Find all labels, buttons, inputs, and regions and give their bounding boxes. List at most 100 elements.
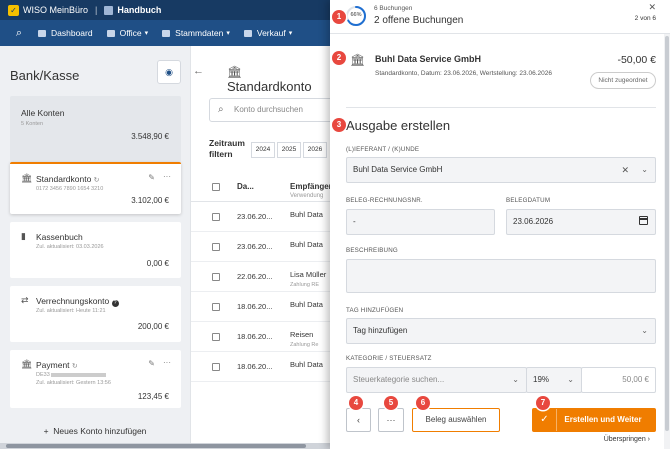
panel-scrollbar[interactable] — [664, 34, 670, 449]
close-icon[interactable]: ✕ — [648, 2, 656, 13]
description-textarea[interactable] — [346, 259, 656, 293]
chevron-down-icon: ⌄ — [512, 375, 519, 384]
account-search-input[interactable]: ⌕ Konto durchsuchen — [209, 98, 339, 122]
year-filter-2024[interactable]: 2024 — [251, 142, 275, 158]
skip-link[interactable]: Überspringen › — [604, 436, 650, 443]
account-card-payment[interactable]: 🏛 Payment ↻ DE33 Zul. aktualisiert: Gest… — [10, 350, 181, 408]
open-bookings-title: 2 offene Buchungen — [374, 15, 464, 26]
chevron-down-icon: ⌄ — [641, 165, 648, 174]
add-account-button[interactable]: + Neues Konto hinzufügen — [0, 426, 190, 436]
search-icon: ⌕ — [218, 104, 224, 115]
back-arrow-icon[interactable]: ← — [193, 65, 204, 77]
horizontal-scrollbar[interactable] — [0, 443, 330, 449]
table-row[interactable]: 23.06.20... Buhl Data — [191, 202, 331, 232]
nav-stammdaten[interactable]: Stammdaten ▾ — [162, 28, 230, 38]
masked-iban — [51, 372, 107, 377]
table-header: Da... Empfänger Verwendung — [191, 172, 332, 202]
step-marker-5: 5 — [384, 396, 398, 410]
category-label: KATEGORIE / STEUERSATZ — [346, 355, 432, 362]
transactions-column: ← 🏛Standardkonto ⌕ Konto durchsuchen Zei… — [190, 46, 339, 443]
column-date[interactable]: Da... — [237, 182, 254, 191]
transfer-icon: ⇄ — [21, 295, 29, 305]
eye-icon: ◉ — [165, 67, 173, 77]
page-title: Bank/Kasse — [10, 68, 80, 83]
bank-icon: 🏛 — [350, 53, 366, 67]
tax-rate-select[interactable]: 19% ⌄ — [526, 367, 582, 393]
master-data-icon — [162, 29, 171, 37]
nav-dashboard[interactable]: Dashboard — [38, 28, 93, 38]
progress-label: 66% — [350, 12, 362, 18]
nav-office[interactable]: Office ▾ — [106, 28, 149, 38]
more-options-button[interactable]: ··· — [378, 408, 404, 432]
filter-label: Zeitraum filtern — [209, 138, 245, 159]
invoice-number-input[interactable]: - — [346, 209, 495, 235]
chevron-down-icon: ▾ — [144, 30, 149, 37]
row-checkbox[interactable] — [212, 273, 220, 281]
invoice-date-input[interactable]: 23.06.2026 — [506, 209, 656, 235]
account-card-kassenbuch[interactable]: ▮ Kassenbuch Zul. aktualisiert: 03.03.20… — [10, 222, 181, 278]
column-recipient[interactable]: Empfänger — [290, 182, 332, 191]
step-marker-4: 4 — [349, 396, 363, 410]
table-row[interactable]: 23.06.20... Buhl Data — [191, 232, 331, 262]
check-icon: ✓ — [533, 409, 557, 431]
row-checkbox[interactable] — [212, 363, 220, 371]
dashboard-icon — [38, 29, 46, 37]
amount-input[interactable]: 50,00 € — [581, 367, 656, 393]
table-row[interactable]: 18.06.20... Buhl Data — [191, 352, 331, 382]
bookings-count: 6 Buchungen — [374, 5, 413, 12]
brand-name: WISO MeinBüro — [23, 5, 89, 15]
office-icon — [106, 29, 115, 37]
chevron-down-icon: ⌄ — [641, 326, 648, 335]
account-title: 🏛Standardkonto — [227, 65, 312, 94]
supplier-select[interactable]: Buhl Data Service GmbH ✕ ⌄ — [346, 157, 656, 183]
handbook-icon — [104, 5, 114, 15]
chevron-left-icon: ‹ — [357, 415, 360, 425]
search-icon[interactable]: ⌕ — [0, 27, 38, 40]
row-checkbox[interactable] — [212, 213, 220, 221]
edit-icon[interactable]: ✎ — [148, 359, 155, 368]
previous-button[interactable]: ‹ — [346, 408, 371, 432]
app-header: ✓ WISO MeinBüro | Handbuch — [0, 0, 330, 20]
tax-category-select[interactable]: Steuerkategorie suchen... ⌄ — [346, 367, 527, 393]
section-title: Ausgabe erstellen — [346, 118, 451, 133]
tag-select[interactable]: Tag hinzufügen ⌄ — [346, 318, 656, 344]
more-icon[interactable]: ··· — [163, 358, 171, 367]
bank-icon: 🏛 — [21, 359, 33, 369]
visibility-toggle-button[interactable]: ◉ — [157, 60, 181, 84]
select-all-checkbox[interactable] — [212, 183, 220, 191]
step-marker-7: 7 — [536, 396, 550, 410]
handbook-link[interactable]: Handbuch — [117, 5, 161, 15]
refresh-icon: ↻ — [71, 363, 78, 370]
bank-icon: 🏛 — [227, 65, 243, 79]
select-receipt-button[interactable]: Beleg auswählen — [412, 408, 500, 432]
row-checkbox[interactable] — [212, 303, 220, 311]
description-label: BESCHREIBUNG — [346, 247, 398, 254]
table-row[interactable]: 18.06.20... Buhl Data — [191, 292, 331, 322]
supplier-label: (L)IEFERANT / (K)UNDE — [346, 146, 420, 153]
bank-icon: 🏛 — [21, 173, 33, 183]
row-checkbox[interactable] — [212, 243, 220, 251]
year-filter-2025[interactable]: 2025 — [277, 142, 301, 158]
more-icon[interactable]: ··· — [163, 172, 171, 181]
booking-side-panel: 66% 6 Buchungen 2 offene Buchungen ✕ 2 v… — [330, 0, 670, 449]
account-card-standardkonto[interactable]: 🏛 Standardkonto ↻ 0172 3456 7890 1654 32… — [10, 162, 181, 214]
edit-icon[interactable]: ✎ — [148, 173, 155, 182]
clear-icon[interactable]: ✕ — [621, 158, 629, 182]
invoice-date-label: BELEGDATUM — [506, 197, 551, 204]
tag-label: TAG HINZUFÜGEN — [346, 307, 404, 314]
not-assigned-button[interactable]: Nicht zugeordnet — [590, 72, 656, 89]
calendar-icon[interactable] — [639, 216, 648, 225]
table-row[interactable]: 22.06.20... Lisa Müller Zahlung RE — [191, 262, 331, 292]
step-marker-3: 3 — [332, 118, 346, 132]
account-card-all[interactable]: Alle Konten 5 Konten 3.548,90 € — [10, 96, 181, 162]
account-card-verrechnungskonto[interactable]: ⇄ Verrechnungskonto ? Zul. aktualisiert:… — [10, 286, 181, 342]
nav-verkauf[interactable]: Verkauf ▾ — [243, 28, 292, 38]
year-filter-2026[interactable]: 2026 — [303, 142, 327, 158]
create-and-next-button[interactable]: ✓ Erstellen und Weiter — [532, 408, 656, 432]
row-checkbox[interactable] — [212, 333, 220, 341]
chevron-down-icon: ▾ — [226, 30, 230, 37]
step-marker-6: 6 — [416, 396, 430, 410]
table-row[interactable]: 18.06.20... Reisen Zahlung Re — [191, 322, 331, 352]
plus-icon: + — [43, 426, 49, 436]
step-marker-2: 2 — [332, 51, 346, 65]
